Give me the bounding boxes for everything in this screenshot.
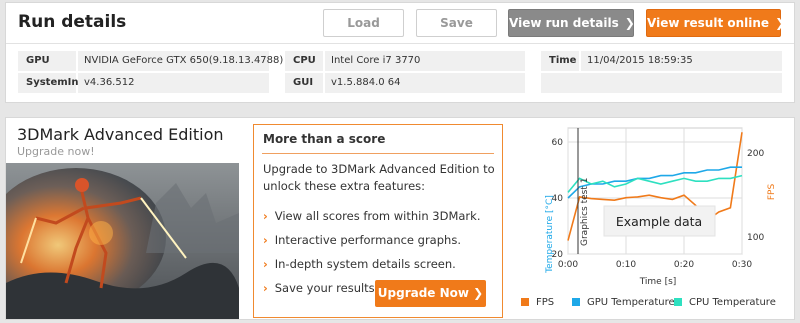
legend-item-fps: FPS [521,297,554,308]
x-tick-label: 0:20 [674,260,694,270]
edition-title: 3DMark Advanced Edition [17,125,224,144]
run-details-title: Run details [18,12,127,32]
upgrade-now-label: Upgrade Now [377,286,469,300]
feature-text: Interactive performance graphs. [274,233,461,247]
gui-label: GUI [285,73,323,93]
load-button-label: Load [347,16,380,30]
legend-swatch [521,298,529,306]
systeminfo-value: v4.36.512 [78,73,269,93]
left-axis-label: Temperature [°C] [545,195,555,274]
cpu-row: CPU Intel Core i7 3770 [285,51,525,71]
x-axis-label: Time [s] [639,277,677,287]
legend-item-cpu-temperature: CPU Temperature [674,297,776,308]
right-axis-label: FPS [767,184,777,201]
feature-item: › View all scores from within 3DMark. [263,207,480,231]
promo-box: More than a score Upgrade to 3DMark Adva… [253,124,503,318]
feature-text: In-depth system details screen. [274,257,456,271]
gui-row: GUI v1.5.884.0 64 [285,73,525,93]
upgrade-panel: 3DMark Advanced Edition Upgrade now! Mor… [5,117,795,320]
chevron-right-icon: ❯ [775,16,786,30]
time-value: 11/04/2015 18:59:35 [581,51,782,71]
feature-text: View all scores from within 3DMark. [274,209,481,223]
feature-text: Save your results o [274,281,386,295]
promo-artwork [6,163,239,319]
cpu-value: Intel Core i7 3770 [325,51,525,71]
promo-text: Upgrade to 3DMark Advanced Edition to un… [263,162,495,193]
chevron-right-icon: › [263,233,268,247]
view-run-details-label: View run details [509,16,619,30]
time-label: Time [541,51,579,71]
x-tick-label: 0:30 [732,260,752,270]
chart-legend: FPS GPU Temperature CPU Temperature [521,295,786,311]
view-result-online-button[interactable]: View result online ❯ [646,9,785,37]
systeminfo-row: SystemInfo v4.36.512 [18,73,269,93]
run-details-panel: Run details Load Save View run details ❯ … [5,2,795,103]
legend-swatch [674,298,682,306]
promo-divider [262,153,494,154]
divider [6,43,794,44]
save-button-label: Save [440,16,473,30]
chevron-right-icon: ❯ [473,286,484,300]
example-data-label: Example data [616,214,702,229]
load-button[interactable]: Load [323,9,404,37]
chart-svg: 2040601002000:00 0:10 0:20 0:30 Graphics te… [545,127,777,287]
gpu-row: GPU NVIDIA GeForce GTX 650(9.18.13.4788) [18,51,283,71]
legend-label: GPU Temperature [587,297,675,308]
chevron-right-icon: › [263,209,268,223]
gui-value: v1.5.884.0 64 [325,73,525,93]
legend-swatch [572,298,580,306]
marker-label: Graphics test 1 [580,178,590,246]
gpu-value: NVIDIA GeForce GTX 650(9.18.13.4788) [78,51,283,71]
feature-item: › Interactive performance graphs. [263,231,480,255]
cpu-label: CPU [285,51,323,71]
view-run-details-button[interactable]: View run details ❯ [508,9,635,37]
fire-warrior-artwork [6,163,239,319]
x-tick-label: 0:00 [558,260,578,270]
y-tick-label: 60 [552,138,564,148]
upgrade-now-button[interactable]: Upgrade Now ❯ [375,280,486,307]
chevron-right-icon: ❯ [624,16,635,30]
y-right-tick-label: 200 [747,149,764,159]
upgrade-now-link[interactable]: Upgrade now! [17,145,95,158]
feature-item: › In-depth system details screen. [263,255,480,279]
view-result-online-label: View result online [647,16,770,30]
promo-heading: More than a score [263,132,386,146]
systeminfo-label: SystemInfo [18,73,90,93]
chevron-right-icon: › [263,257,268,271]
y-right-tick-label: 100 [747,233,764,243]
chevron-right-icon: › [263,281,268,295]
performance-chart: 20 40 60 100 200 0:00 0:10 0:20 0:30 Graphics te… [516,122,788,318]
save-button[interactable]: Save [416,9,497,37]
legend-item-gpu-temperature: GPU Temperature [572,297,675,308]
x-tick-label: 0:10 [616,260,636,270]
time-row: Time 11/04/2015 18:59:35 [541,51,782,71]
legend-label: FPS [536,297,555,308]
empty-cell [541,73,782,93]
gpu-label: GPU [18,51,76,71]
legend-label: CPU Temperature [689,297,776,308]
empty-row [541,73,782,93]
